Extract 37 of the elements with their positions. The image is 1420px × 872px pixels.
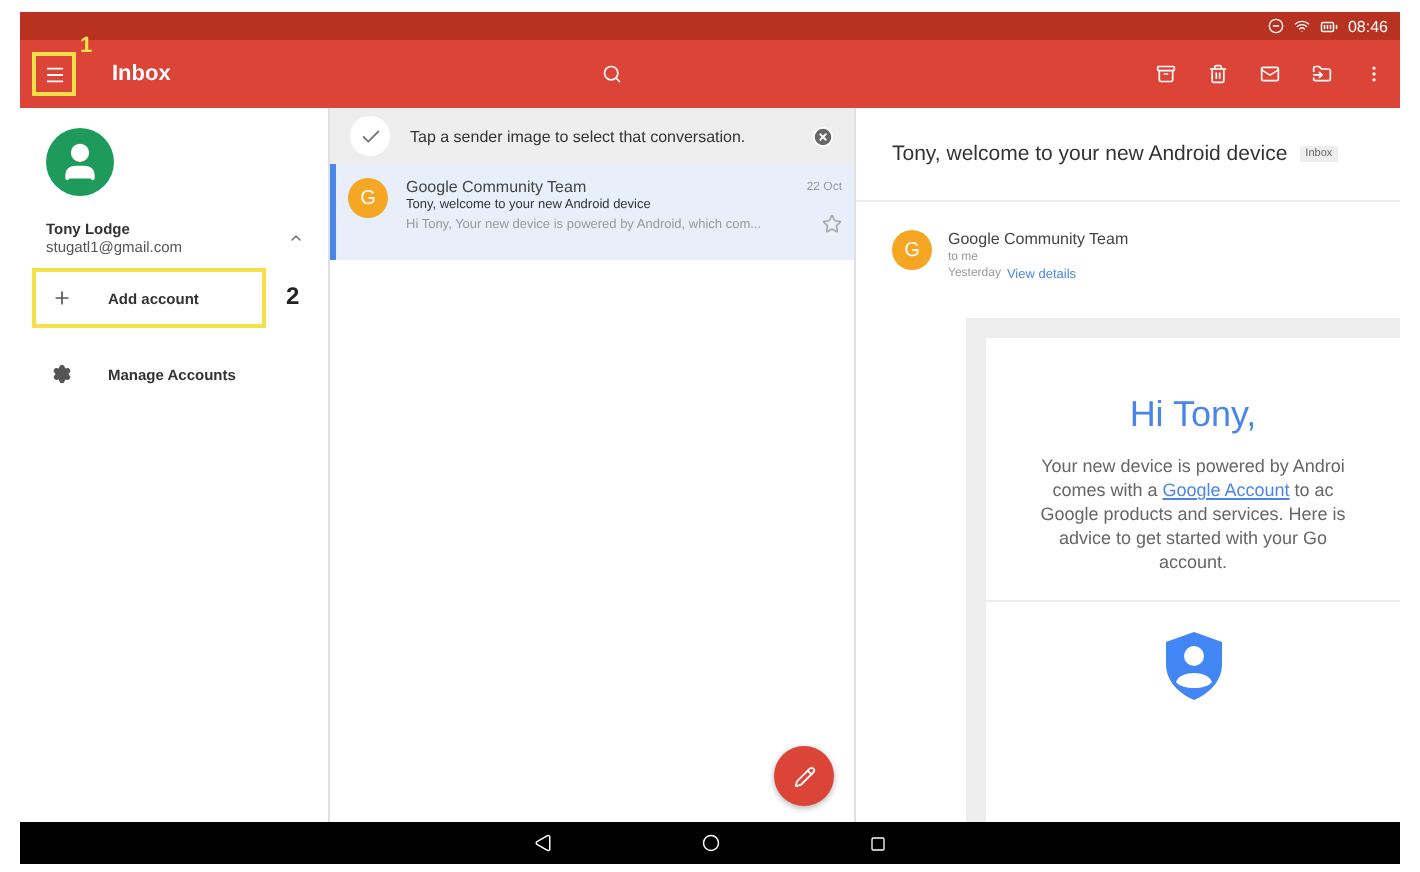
pencil-icon <box>793 765 815 787</box>
email-text-line: comes with a Google Account to ac <box>1052 480 1334 500</box>
search-icon[interactable] <box>602 64 623 84</box>
clock: 08:46 <box>1347 17 1388 35</box>
account-avatar <box>46 128 114 196</box>
move-folder-icon[interactable] <box>1312 64 1332 84</box>
home-icon[interactable] <box>702 834 720 852</box>
archive-icon[interactable] <box>1156 64 1176 84</box>
mail-icon[interactable] <box>1260 64 1280 84</box>
wifi-icon <box>1293 18 1310 34</box>
email-text-line: advice to get started with your Go <box>1058 528 1328 548</box>
menu-icon <box>43 63 65 85</box>
collapse-icon[interactable] <box>288 230 304 246</box>
gear-icon <box>52 364 72 384</box>
plus-icon <box>52 288 72 308</box>
back-icon[interactable] <box>534 834 552 852</box>
sender-name: Google Community Team <box>948 230 1129 248</box>
sender-name: Google Community Team <box>406 178 587 196</box>
tip-text: Tap a sender image to select that conversation. <box>410 127 748 145</box>
recents-icon[interactable] <box>870 835 886 851</box>
close-icon[interactable] <box>812 125 834 147</box>
email-text-line: Your new device is powered by Androi <box>1041 456 1345 476</box>
battery-icon <box>1319 17 1338 35</box>
menu-button[interactable] <box>32 52 76 96</box>
compose-button[interactable] <box>774 746 834 806</box>
email-subject: Tony, welcome to your new Android device <box>892 142 1288 166</box>
trash-icon[interactable] <box>1208 64 1228 84</box>
shield-icon <box>1163 630 1223 702</box>
callout-number: 1 <box>80 34 93 58</box>
star-icon[interactable] <box>822 214 842 234</box>
callout-number: 2 <box>286 282 300 310</box>
sender-avatar: G <box>892 230 932 270</box>
email-greeting: Hi Tony, <box>1129 394 1257 436</box>
email-text-line: Google products and services. Here is <box>1040 504 1346 524</box>
email-text-line: account. <box>1158 552 1228 572</box>
check-icon <box>350 116 390 156</box>
toolbar-title: Inbox <box>112 62 171 86</box>
